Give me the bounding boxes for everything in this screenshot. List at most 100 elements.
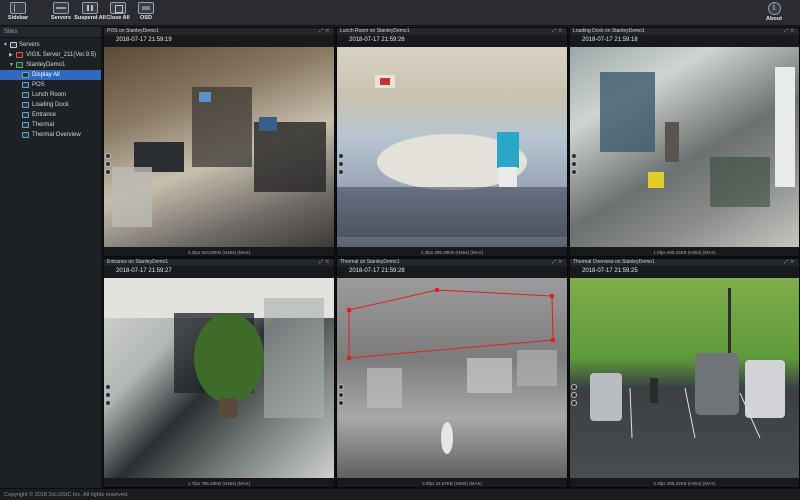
server-icon: [16, 62, 23, 68]
snapshot-icon[interactable]: [105, 400, 111, 407]
pane-controls[interactable]: ⤢✕: [319, 259, 331, 265]
server-icon: [16, 52, 23, 58]
snapshot-icon[interactable]: [338, 169, 344, 176]
zoom-out-icon[interactable]: [338, 161, 344, 168]
video-feed[interactable]: [104, 47, 334, 247]
pane-controls[interactable]: ⤢✕: [319, 28, 331, 34]
about-button-label: About: [766, 16, 782, 22]
camera-pane-thermal[interactable]: Thermal on StanleyDemo1 ⤢✕ 2018-07-17 21…: [336, 258, 568, 488]
pane-controls[interactable]: ⤢✕: [552, 259, 564, 265]
camera-icon: [22, 122, 29, 128]
ptz-controls[interactable]: [105, 153, 112, 177]
close-icon[interactable]: ✕: [325, 28, 331, 34]
tree-item-lunch-room[interactable]: Lunch Room: [0, 90, 101, 100]
collapse-triangle-icon[interactable]: ▶: [9, 50, 13, 60]
camera-pane-pos[interactable]: POS on StanleyDemo1 ⤢✕ 2018-07-17 21:59:…: [103, 27, 335, 257]
zoom-in-icon[interactable]: [105, 153, 111, 160]
tree-servers-root[interactable]: ▼ Servers: [0, 40, 101, 50]
tree-item-display-all[interactable]: Display All: [0, 70, 101, 80]
close-icon[interactable]: ✕: [790, 28, 796, 34]
zoom-out-icon[interactable]: [338, 392, 344, 399]
ptz-controls[interactable]: [338, 384, 345, 408]
stream-stats: 3.0fps 24.67KB (H264) (MAX): [422, 481, 482, 486]
tree-server-stanleydemo1[interactable]: ▼ StanleyDemo1: [0, 60, 101, 70]
camera-timestamp: 2018-07-17 21:59:19: [116, 37, 172, 43]
tree-item-thermal[interactable]: Thermal: [0, 120, 101, 130]
stream-stats: 1.7fps 786.29KB (H264) (MAX): [187, 481, 251, 486]
video-scene: [104, 278, 334, 418]
video-feed[interactable]: [570, 278, 799, 478]
ptz-controls[interactable]: [105, 384, 112, 408]
osd-button[interactable]: OSD: [128, 2, 164, 24]
tree-label: Servers: [19, 42, 40, 48]
close-icon[interactable]: ✕: [325, 259, 331, 265]
video-feed[interactable]: [570, 47, 799, 247]
camera-timestamp: 2018-07-17 21:59:18: [582, 37, 638, 43]
camera-title: Thermal Overview on StanleyDemo1: [570, 259, 799, 266]
zoom-in-icon[interactable]: [571, 153, 577, 160]
tree-label: StanleyDemo1: [26, 62, 66, 68]
zoom-in-icon[interactable]: [105, 384, 111, 391]
close-icon[interactable]: ✕: [790, 259, 796, 265]
sidebar: Sites ▼ Servers ▶ VIGIL Server_211(Ver.9…: [0, 27, 102, 488]
camera-icon: [22, 132, 29, 138]
camera-pane-loading-dock[interactable]: Loading Dock on StanleyDemo1 ⤢✕ 2018-07-…: [569, 27, 800, 257]
tree-item-entrance[interactable]: Entrance: [0, 110, 101, 120]
footer: Copyright © 2018 3xLOGIC Inc. All rights…: [0, 488, 800, 500]
camera-pane-thermal-overview[interactable]: Thermal Overview on StanleyDemo1 ⤢✕ 2018…: [569, 258, 800, 488]
snapshot-icon[interactable]: [338, 400, 344, 407]
camera-title: POS on StanleyDemo1: [104, 28, 334, 35]
tree-label: Entrance: [32, 112, 57, 118]
camera-grid: POS on StanleyDemo1 ⤢✕ 2018-07-17 21:59:…: [103, 27, 800, 488]
video-scene: [112, 87, 326, 227]
camera-icon: [22, 82, 29, 88]
pane-controls[interactable]: ⤢✕: [784, 28, 796, 34]
suspend-icon: [82, 2, 98, 14]
zoom-in-icon[interactable]: [338, 384, 344, 391]
about-button[interactable]: About: [756, 2, 792, 24]
camera-timestamp: 2018-07-17 21:59:27: [116, 268, 172, 274]
tree-label: Thermal: [32, 122, 55, 128]
snapshot-icon[interactable]: [105, 169, 111, 176]
tree-label: VIGIL Server_211(Ver.9.5): [26, 52, 97, 58]
expand-triangle-icon[interactable]: ▼: [3, 40, 8, 50]
video-scene: [337, 75, 567, 237]
video-feed[interactable]: [337, 47, 567, 247]
tree-item-pos[interactable]: POS: [0, 80, 101, 90]
camera-icon: [22, 112, 29, 118]
ptz-controls[interactable]: [571, 153, 578, 177]
copyright-text: Copyright © 2018 3xLOGIC Inc. All rights…: [4, 492, 129, 498]
camera-pane-entrance[interactable]: Entrance on StanleyDemo1 ⤢✕ 2018-07-17 2…: [103, 258, 335, 488]
tree-server-vigil[interactable]: ▶ VIGIL Server_211(Ver.9.5): [0, 50, 101, 60]
osd-button-label: OSD: [140, 15, 152, 21]
zoom-out-icon[interactable]: [571, 161, 577, 168]
close-icon[interactable]: ✕: [558, 259, 564, 265]
tree-item-loading-dock[interactable]: Loading Dock: [0, 100, 101, 110]
display-all-icon: [22, 72, 29, 78]
camera-pane-lunch-room[interactable]: Lunch Room on StanleyDemo1 ⤢✕ 2018-07-17…: [336, 27, 568, 257]
stream-stats: 3.3fps 305.22KB (H264) (MAX): [653, 481, 716, 486]
snapshot-icon[interactable]: [571, 169, 577, 176]
zoom-out-icon[interactable]: [105, 392, 111, 399]
video-scene: [347, 288, 557, 454]
expand-triangle-icon[interactable]: ▼: [9, 60, 14, 70]
pane-controls[interactable]: ⤢✕: [552, 28, 564, 34]
camera-timestamp: 2018-07-17 21:59:28: [349, 268, 405, 274]
about-icon: [767, 2, 781, 15]
close-icon[interactable]: ✕: [558, 28, 564, 34]
snapshot-icon[interactable]: [571, 400, 577, 407]
zoom-in-icon[interactable]: [338, 153, 344, 160]
zoom-out-icon[interactable]: [105, 161, 111, 168]
pane-controls[interactable]: ⤢✕: [784, 259, 796, 265]
sidebar-button[interactable]: Sidebar: [0, 2, 36, 24]
ptz-controls[interactable]: [338, 153, 345, 177]
video-feed[interactable]: [337, 278, 567, 478]
toolbar: Sidebar Servers Suspend All Close All OS…: [0, 0, 800, 26]
video-scene: [590, 288, 785, 439]
tree-item-thermal-overview[interactable]: Thermal Overview: [0, 130, 101, 140]
zoom-out-icon[interactable]: [571, 392, 577, 399]
zoom-in-icon[interactable]: [571, 384, 577, 391]
ptz-controls[interactable]: [571, 384, 578, 408]
video-feed[interactable]: [104, 278, 334, 478]
sidebar-button-label: Sidebar: [7, 15, 29, 21]
